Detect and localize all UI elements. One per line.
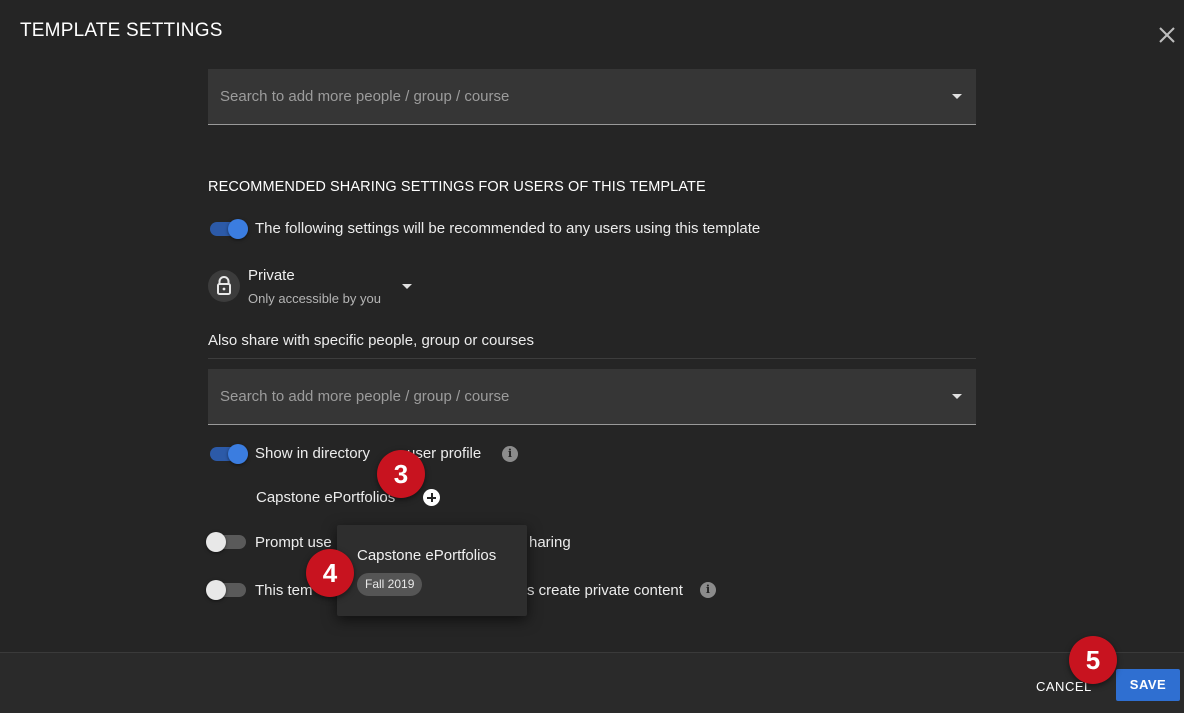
dialog-title: TEMPLATE SETTINGS (20, 20, 223, 41)
toggle-knob (206, 532, 226, 552)
step-badge-3: 3 (377, 450, 425, 498)
sharing-section-heading: RECOMMENDED SHARING SETTINGS FOR USERS O… (208, 179, 706, 195)
dialog-footer: CANCEL SAVE (0, 652, 1184, 713)
course-popover: Capstone ePortfolios Fall 2019 (337, 525, 527, 616)
term-chip[interactable]: Fall 2019 (357, 573, 423, 596)
info-icon[interactable]: i (700, 582, 716, 598)
save-button[interactable]: SAVE (1116, 669, 1180, 701)
share-search-select[interactable]: Search to add more people / group / cour… (208, 369, 976, 425)
show-in-directory-toggle[interactable] (210, 444, 248, 464)
toggle-knob (206, 580, 226, 600)
lock-icon (217, 276, 231, 295)
share-search-placeholder: Search to add more people / group / cour… (220, 388, 510, 405)
step-badge-5: 5 (1069, 636, 1117, 684)
top-search-placeholder: Search to add more people / group / cour… (220, 88, 510, 105)
recommend-settings-toggle[interactable] (210, 219, 248, 239)
prompt-users-label-a: Prompt use (255, 534, 332, 551)
info-icon[interactable]: i (502, 446, 518, 462)
close-button[interactable] (1156, 24, 1178, 46)
popover-title: Capstone ePortfolios (357, 547, 497, 564)
privacy-title: Private (248, 267, 295, 284)
directory-item-label: Capstone ePortfolios (256, 489, 396, 506)
show-in-directory-label-a: Show in directory (255, 445, 371, 462)
private-content-label-a: This tem (255, 582, 313, 599)
also-share-label: Also share with specific people, group o… (208, 332, 535, 349)
toggle-knob (228, 219, 248, 239)
toggle-knob (228, 444, 248, 464)
template-settings-dialog: TEMPLATE SETTINGS Search to add more peo… (0, 0, 1184, 713)
private-content-label-b: s create private content (527, 582, 683, 599)
section-divider (208, 358, 976, 359)
top-search-select[interactable]: Search to add more people / group / cour… (208, 69, 976, 125)
privacy-selector-icon[interactable] (208, 270, 240, 302)
recommend-settings-label: The following settings will be recommend… (255, 220, 761, 237)
prompt-users-toggle[interactable] (206, 532, 246, 552)
close-icon (1159, 27, 1175, 43)
step-badge-4: 4 (306, 549, 354, 597)
caret-down-icon (952, 394, 962, 399)
plus-circle-icon[interactable] (423, 489, 440, 506)
caret-down-icon (952, 94, 962, 99)
private-content-toggle[interactable] (206, 580, 246, 600)
privacy-dropdown-caret-icon[interactable] (402, 284, 412, 289)
privacy-subtitle: Only accessible by you (248, 291, 381, 306)
prompt-users-label-b: haring (529, 534, 571, 551)
